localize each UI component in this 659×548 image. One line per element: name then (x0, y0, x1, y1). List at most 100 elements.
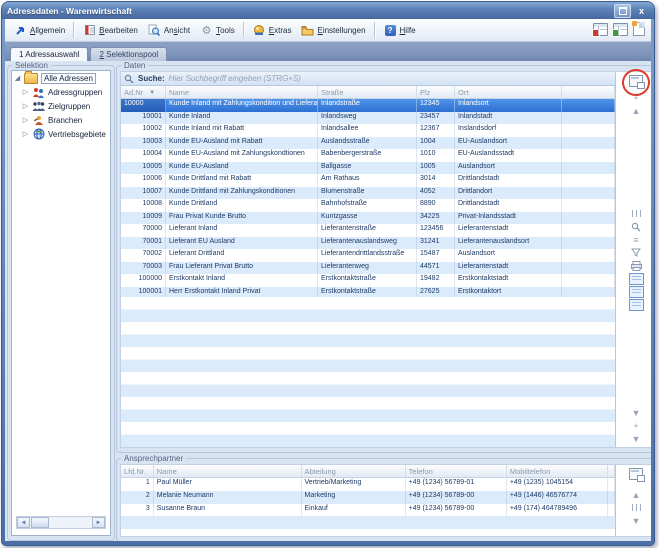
table-row[interactable]: 70001Lieferant EU AuslandLieferantenausl… (121, 237, 615, 250)
table-row[interactable]: 10009Frau Privat Kunde BruttoKuntzgasse3… (121, 212, 615, 225)
table-row[interactable]: 10004Kunde EU-Ausland mit Zahlungskondti… (121, 149, 615, 162)
column-header-Lfd.Nr.[interactable]: Lfd.Nr. (121, 465, 154, 477)
tab-selektionspool[interactable]: 2 Selektionspool (90, 47, 167, 61)
table-red-icon[interactable] (593, 23, 608, 36)
app-window: Adressdaten - Warenwirtschaft x Allgemei… (1, 1, 655, 546)
table-green-icon[interactable] (613, 23, 628, 36)
table-row[interactable]: 70003Frau Lieferant Privat BruttoLiefera… (121, 262, 615, 275)
cell: 100000 (121, 274, 166, 287)
add-icon[interactable]: + (629, 91, 644, 104)
menu-item-allgemein[interactable]: Allgemein (9, 22, 70, 39)
column-header-Straße[interactable]: Straße (318, 86, 417, 98)
table-row[interactable]: 70000Lieferant InlandLieferantenstraße12… (121, 224, 615, 237)
cell: Kunde EU-Ausland mit Zahlungskondtionen (166, 149, 318, 162)
scroll-down-icon[interactable]: ▼ (629, 514, 644, 527)
collapse-arrow-icon[interactable]: ▷ (22, 88, 29, 96)
cell: Paul Müller (154, 478, 302, 491)
table-row[interactable]: 10003Kunde EU-Ausland mit RabattAuslands… (121, 137, 615, 150)
cell (608, 478, 615, 491)
tree-root-alle-adressen[interactable]: ◢ Alle Adressen (12, 71, 110, 85)
scroll-right-icon[interactable]: ► (92, 517, 105, 528)
move-up-icon[interactable]: ▲ (629, 104, 644, 117)
table-row[interactable]: 10008Kunde DrittlandBahnhofstraße8890Dri… (121, 199, 615, 212)
cell: 34225 (417, 212, 455, 225)
column-chooser-icon[interactable] (629, 74, 644, 87)
search-label: Suche: (138, 74, 165, 83)
collapse-arrow-icon[interactable]: ▷ (22, 116, 29, 124)
scroll-thumb[interactable] (31, 517, 49, 528)
nav-arrow-icon (14, 24, 27, 37)
scroll-up-icon[interactable]: ▲ (629, 488, 644, 501)
table-row[interactable]: 100000Erstkontakt InlandErstkontaktstraß… (121, 274, 615, 287)
expand-icon[interactable]: ◢ (14, 74, 21, 82)
cell: +49 (1235) 1045154 (507, 478, 608, 491)
menu-item-bearbeiten[interactable]: Bearbeiten (78, 22, 143, 39)
move-down-icon[interactable]: ▼ (629, 406, 644, 419)
menu-item-tools[interactable]: ⚙Tools (195, 22, 240, 39)
cell: Drittlandstadt (455, 199, 562, 212)
address-table-header[interactable]: Ad.Nr▼NameStraßePlzOrt (121, 86, 615, 99)
search-icon[interactable] (629, 220, 644, 233)
column-header-empty[interactable] (608, 465, 615, 477)
horizontal-scrollbar[interactable]: ◄ ► (16, 516, 106, 529)
print-icon[interactable] (629, 259, 644, 272)
column-header-Plz[interactable]: Plz (417, 86, 455, 98)
table-row[interactable]: 70002Lieferant DrittlandLieferantendritt… (121, 249, 615, 262)
grip-icon[interactable] (629, 501, 644, 514)
tree-item-vertriebsgebiete[interactable]: ▷Vertriebsgebiete (12, 127, 110, 141)
table-row[interactable]: 2Melanie NeumannMarketing+49 (1234) 5678… (121, 491, 615, 504)
column-header-Telefon[interactable]: Telefon (406, 465, 507, 477)
menu-item-hilfe[interactable]: ?Hilfe (379, 22, 421, 39)
column-header-Abteilung[interactable]: Abteilung (302, 465, 406, 477)
tree-item-adressgruppen[interactable]: ▷Adressgruppen (12, 85, 110, 99)
table-row[interactable]: 10005Kunde EU-AuslandBallgasse1005Auslan… (121, 162, 615, 175)
column-header-Ort[interactable]: Ort (455, 86, 562, 98)
table-row[interactable]: 10002Kunde Inland mit RabattInlandsallee… (121, 124, 615, 137)
sphere-icon (253, 24, 266, 37)
menu-item-einstellungen[interactable]: Einstellungen (296, 22, 370, 39)
cell: 70002 (121, 249, 166, 262)
cell: 10006 (121, 174, 166, 187)
close-icon[interactable]: x (634, 5, 649, 17)
grip-icon[interactable] (629, 207, 644, 220)
collapse-arrow-icon[interactable]: ▷ (22, 130, 29, 138)
cell: 15487 (417, 249, 455, 262)
move-end-icon[interactable]: ▼ (629, 432, 644, 445)
table-row[interactable]: 10007Kunde Drittland mit Zahlungskonditi… (121, 187, 615, 200)
filter-icon[interactable] (629, 246, 644, 259)
table-row[interactable]: 10001Kunde InlandInlandsweg23457Inlandst… (121, 112, 615, 125)
add-below-icon[interactable]: + (629, 419, 644, 432)
column-chooser-icon[interactable] (629, 467, 644, 480)
new-document-icon[interactable] (633, 22, 645, 36)
column-header-Name[interactable]: Name (154, 465, 302, 477)
contacts-side-toolbar: ▲ ▼ (621, 465, 651, 536)
column-header-Mobiltelefon[interactable]: Mobiltelefon (507, 465, 608, 477)
search-icon (124, 74, 134, 84)
scroll-left-icon[interactable]: ◄ (17, 517, 30, 528)
table-row[interactable]: 10000Kunde Inland mit Zahlungskondition … (121, 99, 615, 112)
menu-item-extras[interactable]: Extras (248, 22, 297, 39)
record-card-icon[interactable] (629, 272, 644, 285)
record-card-icon[interactable] (629, 298, 644, 311)
tab-adressauswahl[interactable]: 1 Adressauswahl (10, 47, 88, 61)
table-row[interactable]: 1Paul MüllerVertrieb/Marketing+49 (1234)… (121, 478, 615, 491)
menu-item-label: Bearbeiten (99, 26, 138, 35)
restore-icon[interactable] (614, 4, 631, 18)
list-icon[interactable]: ≡ (629, 233, 644, 246)
cell: 3014 (417, 174, 455, 187)
collapse-arrow-icon[interactable]: ▷ (22, 102, 29, 110)
column-header-Name[interactable]: Name (166, 86, 318, 98)
tree-item-branchen[interactable]: ▷Branchen (12, 113, 110, 127)
table-row[interactable]: 10006Kunde Drittland mit RabattAm Rathau… (121, 174, 615, 187)
cell: Kunde Inland mit Rabatt (166, 124, 318, 137)
cell: 31241 (417, 237, 455, 250)
cell: 8890 (417, 199, 455, 212)
tree-item-zielgruppen[interactable]: ▷Zielgruppen (12, 99, 110, 113)
column-header-empty[interactable] (562, 86, 615, 98)
record-card-icon[interactable] (629, 285, 644, 298)
column-header-Ad.Nr[interactable]: Ad.Nr▼ (121, 86, 166, 98)
address-groups-icon (32, 86, 45, 98)
search-bar[interactable]: Suche: Hier Suchbegriff eingeben (STRG+S… (121, 72, 615, 86)
contacts-table-header[interactable]: Lfd.Nr.NameAbteilungTelefonMobiltelefon (121, 465, 615, 478)
menu-item-ansicht[interactable]: Ansicht (143, 22, 195, 39)
